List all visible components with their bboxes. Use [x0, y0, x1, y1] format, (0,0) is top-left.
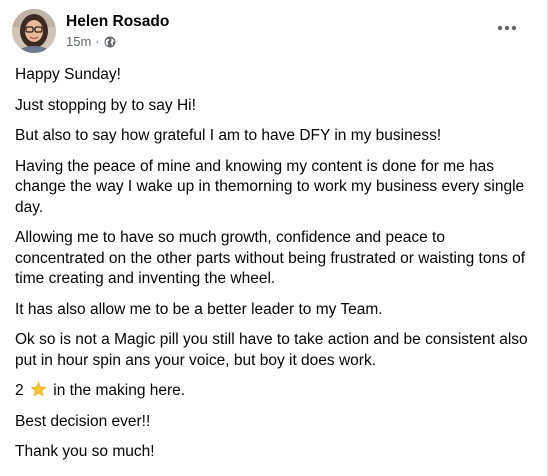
post-paragraph: Having the peace of mine and knowing my … — [15, 157, 525, 216]
globe-icon[interactable] — [104, 36, 116, 48]
post-paragraph: Thank you so much! — [15, 443, 155, 460]
avatar[interactable] — [12, 9, 56, 53]
separator-dot: · — [95, 34, 100, 49]
post-header: Helen Rosado 15m · — [12, 9, 169, 57]
author-name[interactable]: Helen Rosado — [66, 12, 169, 32]
star-line: 2 in the making here. — [15, 381, 535, 402]
post-paragraph: Best decision ever!! — [15, 412, 151, 430]
post-meta: Helen Rosado 15m · — [66, 12, 169, 50]
post-paragraph: Ok so is not a Magic pill you still have… — [15, 331, 528, 369]
more-options-icon — [497, 25, 517, 31]
star-line-text: in the making here. — [53, 382, 186, 399]
more-options-button[interactable] — [493, 18, 521, 38]
post-body: Happy Sunday! Just stopping by to say Hi… — [15, 65, 535, 473]
post-paragraph: Allowing me to have so much growth, conf… — [15, 229, 526, 287]
post-paragraph: Just stopping by to say Hi! — [15, 96, 196, 114]
star-count: 2 — [15, 382, 24, 399]
post-paragraph: Happy Sunday! — [15, 66, 121, 83]
post-paragraph: But also to say how grateful I am to hav… — [15, 127, 442, 144]
post-timestamp[interactable]: 15m — [66, 34, 91, 50]
facebook-post: Helen Rosado 15m · Happy Sunday! Just st… — [0, 0, 548, 476]
star-emoji-icon — [30, 381, 47, 398]
post-subline: 15m · — [66, 34, 169, 50]
post-paragraph: It has also allow me to be a better lead… — [15, 300, 383, 318]
